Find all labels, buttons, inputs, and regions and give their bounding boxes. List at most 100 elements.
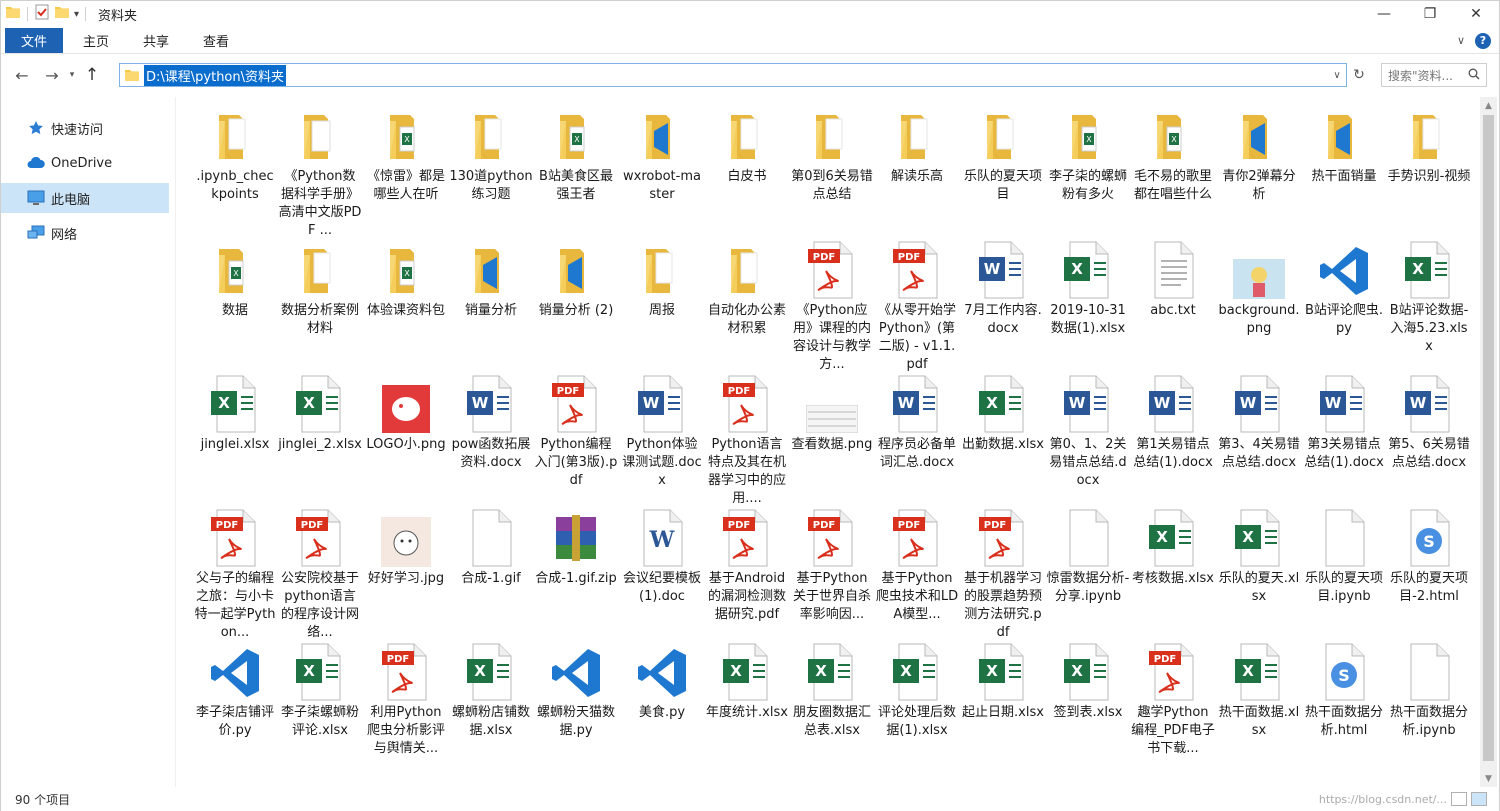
file-item[interactable]: B站评论爬虫.py	[1302, 239, 1386, 338]
file-item[interactable]: W 第3、4关易错点总结.docx	[1217, 373, 1301, 472]
file-item[interactable]: 销量分析	[449, 239, 533, 320]
file-item[interactable]: X 毛不易的歌里都在唱些什么	[1131, 105, 1215, 204]
file-item[interactable]: W 第5、6关易错点总结.docx	[1387, 373, 1471, 472]
file-item[interactable]: W 程序员必备单词汇总.docx	[875, 373, 959, 472]
address-path[interactable]: D:\课程\python\资料夹	[144, 64, 287, 86]
address-bar[interactable]: D:\课程\python\资料夹 ∨	[119, 63, 1347, 87]
file-item[interactable]: abc.txt	[1131, 239, 1215, 320]
file-item[interactable]: background.png	[1217, 239, 1301, 338]
file-item[interactable]: 美食.py	[620, 641, 704, 722]
file-item[interactable]: PDF 趣学Python编程_PDF电子书下载...	[1131, 641, 1215, 758]
file-item[interactable]: 解读乐高	[875, 105, 959, 186]
file-item[interactable]: S 乐队的夏天项目-2.html	[1387, 507, 1471, 606]
file-item[interactable]: PDF 基于Python爬虫技术和LDA模型...	[875, 507, 959, 624]
file-item[interactable]: Xjinglei.xlsx	[193, 373, 277, 454]
refresh-button[interactable]: ↻	[1348, 64, 1370, 86]
file-item[interactable]: W 第1关易错点总结(1).docx	[1131, 373, 1215, 472]
tab-share[interactable]: 共享	[129, 28, 183, 53]
file-item[interactable]: X B站评论数据-入海5.23.xlsx	[1387, 239, 1471, 356]
recent-locations-icon[interactable]: ▾	[65, 62, 79, 88]
file-item[interactable]: wxrobot-master	[620, 105, 704, 204]
file-item[interactable]: 130道python练习题	[449, 105, 533, 204]
file-item[interactable]: 数据分析案例材料	[278, 239, 362, 338]
scrollbar-thumb[interactable]	[1483, 115, 1494, 761]
scroll-down-icon[interactable]: ▼	[1480, 770, 1497, 787]
up-button[interactable]: ↑	[79, 62, 105, 88]
file-item[interactable]: Xjinglei_2.xlsx	[278, 373, 362, 454]
file-item[interactable]: X 乐队的夏天.xlsx	[1217, 507, 1301, 606]
file-item[interactable]: W 7月工作内容.docx	[961, 239, 1045, 338]
file-item[interactable]: 惊雷数据分析-分享.ipynb	[1046, 507, 1130, 606]
file-item[interactable]: PDF Python语言特点及其在机器学习中的应用....	[705, 373, 789, 508]
file-item[interactable]: PDF 《Python应用》课程的内容设计与教学方...	[790, 239, 874, 374]
file-item[interactable]: X 考核数据.xlsx	[1131, 507, 1215, 588]
sidebar-item-onedrive[interactable]: OneDrive	[1, 148, 175, 178]
scroll-up-icon[interactable]: ▲	[1480, 97, 1497, 114]
file-item[interactable]: 合成-1.gif.zip	[534, 507, 618, 588]
file-item[interactable]: X 年度统计.xlsx	[705, 641, 789, 722]
file-item[interactable]: X B站美食区最强王者	[534, 105, 618, 204]
file-item[interactable]: 青你2弹幕分析	[1217, 105, 1301, 204]
file-item[interactable]: X 2019-10-31数据(1).xlsx	[1046, 239, 1130, 338]
file-item[interactable]: PDF 基于Android的漏洞检测数据研究.pdf	[705, 507, 789, 624]
file-item[interactable]: X 朋友圈数据汇总表.xlsx	[790, 641, 874, 740]
file-item[interactable]: W 第0、1、2关易错点总结.docx	[1046, 373, 1130, 490]
new-folder-icon[interactable]	[54, 5, 70, 23]
file-item[interactable]: 白皮书	[705, 105, 789, 186]
file-item[interactable]: X 李子柒的螺蛳粉有多火	[1046, 105, 1130, 204]
file-item[interactable]: 乐队的夏天项目	[961, 105, 1045, 204]
file-item[interactable]: 销量分析 (2)	[534, 239, 618, 320]
help-icon[interactable]: ?	[1475, 32, 1491, 49]
file-item[interactable]: .ipynb_checkpoints	[193, 105, 277, 204]
sidebar-item-this-pc[interactable]: 此电脑	[1, 183, 169, 213]
file-item[interactable]: 手势识别-视频	[1387, 105, 1471, 186]
file-item[interactable]: 周报	[620, 239, 704, 320]
file-item[interactable]: 螺蛳粉天猫数据.py	[534, 641, 618, 740]
file-item[interactable]: 热干面销量	[1302, 105, 1386, 186]
file-item[interactable]: W Python体验课测试题.docx	[620, 373, 704, 490]
file-item[interactable]: S 热干面数据分析.html	[1302, 641, 1386, 740]
file-item[interactable]: 好好学习.jpg	[364, 507, 448, 588]
minimize-button[interactable]: —	[1361, 1, 1407, 27]
file-item[interactable]: 自动化办公素材积累	[705, 239, 789, 338]
file-item[interactable]: PDF 基于机器学习的股票趋势预测方法研究.pdf	[961, 507, 1045, 642]
file-item[interactable]: LOGO小.png	[364, 373, 448, 454]
address-dropdown-icon[interactable]: ∨	[1328, 70, 1346, 81]
file-item[interactable]: W 会议纪要模板(1).doc	[620, 507, 704, 606]
file-item[interactable]: PDF 父与子的编程之旅：与小卡特一起学Python...	[193, 507, 277, 642]
file-item[interactable]: 乐队的夏天项目.ipynb	[1302, 507, 1386, 606]
search-box[interactable]: 搜索"资料...	[1381, 63, 1487, 87]
file-item[interactable]: PDF Python编程入门(第3版).pdf	[534, 373, 618, 490]
tab-file[interactable]: 文件	[5, 28, 64, 53]
file-item[interactable]: 合成-1.gif	[449, 507, 533, 588]
vertical-scrollbar[interactable]: ▲ ▼	[1480, 97, 1497, 787]
maximize-button[interactable]: ❐	[1407, 1, 1453, 27]
file-item[interactable]: W 第3关易错点总结(1).docx	[1302, 373, 1386, 472]
file-item[interactable]: X 体验课资料包	[364, 239, 448, 320]
file-item[interactable]: 第0到6关易错点总结	[790, 105, 874, 204]
file-item[interactable]: X 螺蛳粉店铺数据.xlsx	[449, 641, 533, 740]
file-item[interactable]: PDF 基于Python关于世界自杀率影响因...	[790, 507, 874, 624]
file-item[interactable]: X 签到表.xlsx	[1046, 641, 1130, 722]
file-item[interactable]: X 数据	[193, 239, 277, 320]
file-item[interactable]: 热干面数据分析.ipynb	[1387, 641, 1471, 740]
file-item[interactable]: Wpow函数拓展资料.docx	[449, 373, 533, 472]
details-view-icon[interactable]	[1451, 792, 1467, 806]
file-item[interactable]: PDF 利用Python爬虫分析影评与舆情关...	[364, 641, 448, 758]
file-item[interactable]: X 起止日期.xlsx	[961, 641, 1045, 722]
back-button[interactable]: ←	[9, 62, 35, 88]
tab-home[interactable]: 主页	[69, 28, 123, 53]
sidebar-item-quick-access[interactable]: 快速访问	[1, 113, 175, 143]
file-item[interactable]: 李子柒店铺评价.py	[193, 641, 277, 740]
tab-view[interactable]: 查看	[189, 28, 243, 53]
sidebar-item-network[interactable]: 网络	[1, 218, 175, 248]
properties-icon[interactable]	[34, 4, 50, 24]
file-item[interactable]: X 李子柒螺蛳粉评论.xlsx	[278, 641, 362, 740]
forward-button[interactable]: →	[39, 62, 65, 88]
expand-ribbon-icon[interactable]: ∨	[1457, 34, 1465, 47]
file-item[interactable]: X 《惊雷》都是哪些人在听	[364, 105, 448, 204]
customize-toolbar-icon[interactable]: ▾	[74, 9, 79, 20]
file-item[interactable]: X 热干面数据.xlsx	[1217, 641, 1301, 740]
file-item[interactable]: 查看数据.png	[790, 373, 874, 454]
large-icons-view-icon[interactable]	[1471, 792, 1487, 806]
